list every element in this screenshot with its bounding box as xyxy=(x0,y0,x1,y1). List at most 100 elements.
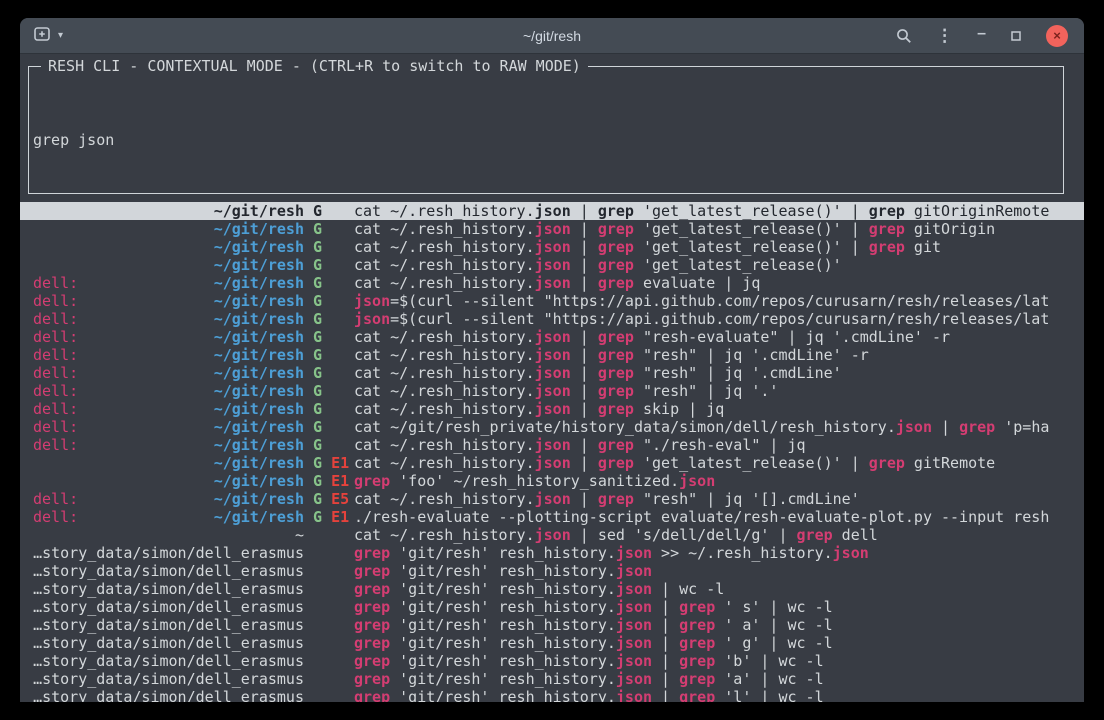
row-location: dell: ~/git/resh xyxy=(33,310,304,328)
row-host: dell: xyxy=(33,418,78,436)
row-directory: ~/git/resh xyxy=(214,310,304,328)
row-flags: G xyxy=(304,274,354,292)
row-directory: ~/git/resh xyxy=(214,292,304,310)
row-location: ~/git/resh xyxy=(33,256,304,274)
row-host: dell: xyxy=(33,508,78,526)
row-flags xyxy=(304,580,354,598)
row-flags: G xyxy=(304,346,354,364)
search-match: json xyxy=(616,634,652,652)
search-match: json xyxy=(535,436,571,454)
history-row[interactable]: dell:~/git/reshGcat ~/.resh_history.json… xyxy=(20,328,1084,346)
search-match: json xyxy=(616,688,652,702)
row-flags: G xyxy=(304,238,354,256)
row-command: cat ~/.resh_history.json | grep "resh" |… xyxy=(354,382,1071,400)
git-flag: G xyxy=(313,490,322,508)
history-row[interactable]: ~/git/reshGcat ~/.resh_history.json | gr… xyxy=(20,238,1084,256)
history-row[interactable]: …story_data/simon/dell_erasmusgrep 'git/… xyxy=(20,598,1084,616)
history-row[interactable]: dell:~/git/reshGjson=$(curl --silent "ht… xyxy=(20,292,1084,310)
history-row[interactable]: ~/git/reshG E1cat ~/.resh_history.json |… xyxy=(20,454,1084,472)
history-row[interactable]: …story_data/simon/dell_erasmus grep 'git/… xyxy=(20,562,1084,580)
history-row[interactable]: dell:~/git/reshG E5cat ~/.resh_history.j… xyxy=(20,490,1084,508)
history-row[interactable]: dell:~/git/reshGcat ~/.resh_history.json… xyxy=(20,346,1084,364)
history-row-selected[interactable]: ~/git/reshGcat ~/.resh_history.json | gr… xyxy=(20,202,1084,220)
row-host: dell: xyxy=(33,400,78,418)
search-match: grep xyxy=(598,202,634,220)
row-directory: ~/git/resh xyxy=(214,490,304,508)
row-command: cat ~/.resh_history.json | sed 's/dell/d… xyxy=(354,526,1071,544)
search-match: grep xyxy=(354,562,390,580)
git-flag: G xyxy=(313,220,322,238)
history-row[interactable]: …story_data/simon/dell_erasmusgrep 'git/… xyxy=(20,580,1084,598)
history-row[interactable]: dell:~/git/reshGcat ~/.resh_history.json… xyxy=(20,400,1084,418)
history-row[interactable]: …story_data/simon/dell_erasmusgrep 'git/… xyxy=(20,688,1084,702)
restore-button[interactable] xyxy=(1010,30,1022,42)
row-command: json=$(curl --silent "https://api.github… xyxy=(354,310,1071,328)
history-row[interactable]: dell:~/git/reshGcat ~/.resh_history.json… xyxy=(20,382,1084,400)
row-flags: G xyxy=(304,382,354,400)
git-flag: G xyxy=(313,310,322,328)
row-location: ~ xyxy=(33,526,304,544)
history-row[interactable]: …story_data/simon/dell_erasmusgrep 'git/… xyxy=(20,670,1084,688)
row-directory: …story_data/simon/dell_erasmus xyxy=(33,562,304,580)
git-flag: G xyxy=(313,238,322,256)
git-flag: G xyxy=(313,508,322,526)
history-row[interactable]: dell:~/git/reshGcat ~/.resh_history.json… xyxy=(20,364,1084,382)
row-directory: ~/git/resh xyxy=(214,436,304,454)
history-row[interactable]: …story_data/simon/dell_erasmusgrep 'git/… xyxy=(20,544,1084,562)
row-command: cat ~/.resh_history.json | grep "./resh-… xyxy=(354,436,1071,454)
search-match: grep xyxy=(679,652,715,670)
minimize-button[interactable]: – xyxy=(977,26,986,42)
history-row[interactable]: dell:~/git/reshG E1./resh-evaluate --plo… xyxy=(20,508,1084,526)
row-location: dell:~/git/resh xyxy=(33,292,304,310)
row-directory: ~/git/resh xyxy=(214,454,304,472)
search-icon[interactable] xyxy=(896,28,912,44)
search-match: json xyxy=(354,292,390,310)
row-flags: G xyxy=(304,418,354,436)
search-match: grep xyxy=(354,670,390,688)
search-match: json xyxy=(535,400,571,418)
menu-kebab-icon[interactable]: ⋮ xyxy=(936,27,953,44)
search-match: grep xyxy=(598,382,634,400)
exit-status-flag: E1 xyxy=(331,508,349,526)
terminal-header-bar: ▾ ~/git/resh ⋮ – × xyxy=(20,18,1084,54)
history-row[interactable]: …story_data/simon/dell_erasmusgrep 'git/… xyxy=(20,616,1084,634)
history-row[interactable]: dell:~/git/reshGcat ~/.resh_history.json… xyxy=(20,436,1084,454)
history-row[interactable]: dell:~/git/reshGcat ~/git/resh_private/h… xyxy=(20,418,1084,436)
row-flags: G E1 xyxy=(304,508,354,526)
history-row[interactable]: ~ cat ~/.resh_history.json | sed 's/dell/… xyxy=(20,526,1084,544)
history-row[interactable]: …story_data/simon/dell_erasmusgrep 'git/… xyxy=(20,652,1084,670)
row-command: cat ~/.resh_history.json | grep skip | j… xyxy=(354,400,1071,418)
search-match: grep xyxy=(598,220,634,238)
header-right-group: ⋮ – × xyxy=(896,25,1068,47)
search-match: grep xyxy=(679,670,715,688)
search-match: grep xyxy=(354,580,390,598)
terminal-window: ▾ ~/git/resh ⋮ – × RESH CLI - CONTEXTUAL… xyxy=(20,18,1084,702)
history-row[interactable]: dell: ~/git/resh Gjson=$(curl --silent "ht… xyxy=(20,310,1084,328)
exit-status-flag: E1 xyxy=(331,472,349,490)
row-command: grep 'git/resh' resh_history.json xyxy=(354,562,1071,580)
row-location: ~/git/resh xyxy=(33,202,304,220)
history-row[interactable]: ~/git/reshG E1grep 'foo' ~/resh_history_… xyxy=(20,472,1084,490)
search-match: json xyxy=(535,526,571,544)
row-flags: G xyxy=(304,256,354,274)
search-match: json xyxy=(535,274,571,292)
row-command: grep 'git/resh' resh_history.json | wc -… xyxy=(354,580,1071,598)
git-flag: G xyxy=(313,454,322,472)
search-match: grep xyxy=(354,634,390,652)
row-directory: ~/git/resh xyxy=(214,472,304,490)
search-match: grep xyxy=(598,238,634,256)
row-host: dell: xyxy=(33,310,78,328)
row-flags: G xyxy=(304,436,354,454)
row-command: cat ~/.resh_history.json | grep 'get_lat… xyxy=(354,202,1071,220)
row-command: cat ~/.resh_history.json | grep "resh" |… xyxy=(354,490,1071,508)
close-button[interactable]: × xyxy=(1046,25,1068,47)
row-location: …story_data/simon/dell_erasmus xyxy=(33,562,304,580)
history-row[interactable]: ~/git/reshGcat ~/.resh_history.json | gr… xyxy=(20,220,1084,238)
history-row[interactable]: ~/git/reshGcat ~/.resh_history.json | gr… xyxy=(20,256,1084,274)
search-query-input[interactable]: grep json xyxy=(33,131,1059,149)
row-host: dell: xyxy=(33,490,78,508)
history-row[interactable]: dell:~/git/reshGcat ~/.resh_history.json… xyxy=(20,274,1084,292)
row-location: …story_data/simon/dell_erasmus xyxy=(33,544,304,562)
history-row[interactable]: …story_data/simon/dell_erasmusgrep 'git/… xyxy=(20,634,1084,652)
search-match: json xyxy=(616,562,652,580)
